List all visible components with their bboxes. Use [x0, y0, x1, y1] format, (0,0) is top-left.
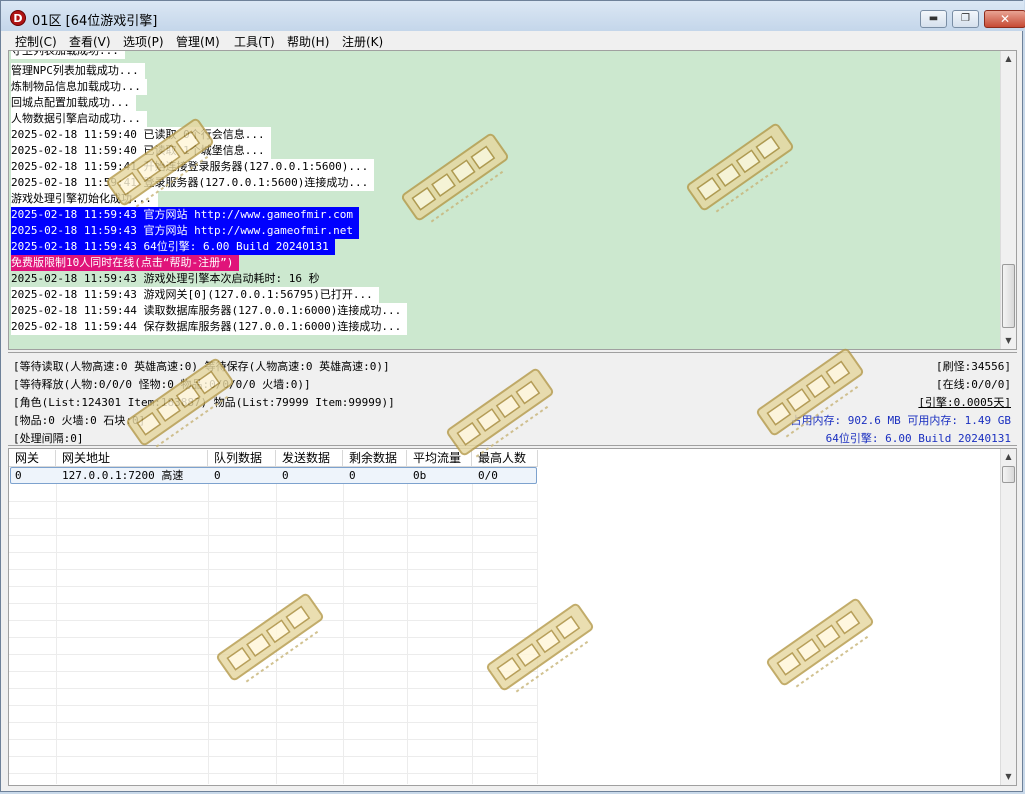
scroll-down-icon[interactable]: ▼	[1001, 333, 1016, 349]
window-title: 01区 [64位游戏引擎]	[32, 14, 158, 29]
main-window: D 01区 [64位游戏引擎] ▬ ❐ ✕ 控制(C) 查看(V) 选项(P) …	[0, 0, 1025, 792]
engine-ratio: [引擎:0.0005天]	[918, 396, 1011, 409]
cell-queue: 0	[214, 469, 221, 482]
col-header-sent[interactable]: 发送数据	[276, 450, 343, 467]
grid-divider	[9, 535, 538, 536]
log-line: 2025-02-18 11:59:41 登录服务器(127.0.0.1:5600…	[11, 175, 375, 191]
grid-divider	[9, 552, 538, 553]
grid-divider	[9, 739, 538, 740]
close-button[interactable]: ✕	[984, 10, 1025, 28]
grid-divider	[9, 654, 538, 655]
log-line: 守卫列表加载成功...	[11, 51, 125, 59]
scroll-up-icon[interactable]: ▲	[1001, 51, 1016, 67]
menu-manage[interactable]: 管理(M)	[176, 33, 220, 50]
menu-bar: 控制(C) 查看(V) 选项(P) 管理(M) 工具(T) 帮助(H) 注册(K…	[2, 31, 1022, 50]
log-line: 炼制物品信息加载成功...	[11, 79, 147, 95]
log-line: 2025-02-18 11:59:40 已读取 1个城堡信息...	[11, 143, 271, 159]
scroll-up-icon[interactable]: ▲	[1001, 449, 1016, 465]
free-version-notice[interactable]: 免费版限制10人同时在线(点击“帮助-注册”)	[11, 255, 240, 271]
cell-gateway: 0	[15, 469, 22, 482]
col-header-address[interactable]: 网关地址	[56, 450, 208, 467]
gateway-grid[interactable]: 网关 网关地址 队列数据 发送数据 剩余数据 平均流量 最高人数 0 127.0…	[8, 448, 1017, 786]
app-icon[interactable]: D	[10, 10, 26, 26]
menu-options[interactable]: 选项(P)	[123, 33, 164, 50]
release-status: [等待释放(人物:0/0/0 怪物:0 物品:0/0/0/0 火墙:0)]	[13, 378, 311, 391]
grid-scrollbar[interactable]: ▲ ▼	[1000, 449, 1016, 785]
log-line-highlight: 2025-02-18 11:59:43 64位引擎: 6.00 Build 20…	[11, 239, 335, 255]
col-header-queue[interactable]: 队列数据	[208, 450, 276, 467]
log-line: 2025-02-18 11:59:43 游戏网关[0](127.0.0.1:56…	[11, 287, 379, 303]
cell-address: 127.0.0.1:7200 高速	[62, 469, 184, 482]
log-line: 2025-02-18 11:59:40 已读取 0个行会信息...	[11, 127, 271, 143]
col-header-avg-traffic[interactable]: 平均流量	[407, 450, 472, 467]
item-status: [物品:0 火墙:0 石块:0]	[13, 414, 146, 427]
grid-divider	[9, 637, 538, 638]
scroll-thumb[interactable]	[1002, 264, 1015, 328]
grid-divider	[9, 705, 538, 706]
col-header-max-users[interactable]: 最高人数	[472, 450, 538, 467]
grid-divider	[9, 756, 538, 757]
object-status: [角色(List:124301 Item:183887) 物品(List:799…	[13, 396, 395, 409]
grid-divider	[9, 518, 538, 519]
log-panel[interactable]: 守卫列表加载成功... 管理NPC列表加载成功... 炼制物品信息加载成功...…	[8, 50, 1017, 350]
title-bar[interactable]: D 01区 [64位游戏引擎] ▬ ❐ ✕	[1, 1, 1025, 31]
grid-divider	[9, 688, 538, 689]
cell-avg-traffic: 0b	[413, 469, 427, 482]
log-line: 管理NPC列表加载成功...	[11, 63, 145, 79]
grid-divider	[9, 586, 538, 587]
log-line: 2025-02-18 11:59:44 读取数据库服务器(127.0.0.1:6…	[11, 303, 408, 319]
cell-remaining: 0	[349, 469, 356, 482]
minimize-button[interactable]: ▬	[920, 10, 947, 28]
menu-tools[interactable]: 工具(T)	[234, 33, 275, 50]
log-line: 回城点配置加载成功...	[11, 95, 136, 111]
cell-max-users: 0/0	[478, 469, 498, 482]
grid-divider	[9, 773, 538, 774]
online-count: [在线:0/0/0]	[936, 378, 1011, 391]
log-line-highlight: 2025-02-18 11:59:43 官方网站 http://www.game…	[11, 207, 360, 223]
engine-version: 64位引擎: 6.00 Build 20240131	[825, 432, 1011, 445]
log-line: 2025-02-18 11:59:43 游戏处理引擎本次启动耗时: 16 秒	[11, 272, 320, 285]
memory-usage: 占用内存: 902.6 MB 可用内存: 1.49 GB	[790, 414, 1011, 427]
grid-divider	[9, 722, 538, 723]
menu-register[interactable]: 注册(K)	[342, 33, 383, 50]
menu-control[interactable]: 控制(C)	[15, 33, 57, 50]
col-header-gateway[interactable]: 网关	[9, 450, 56, 467]
grid-divider	[9, 501, 538, 502]
status-panel: [等待读取(人物高速:0 英雄高速:0) 等待保存(人物高速:0 英雄高速:0)…	[8, 352, 1017, 446]
grid-divider	[9, 569, 538, 570]
grid-divider	[9, 603, 538, 604]
log-line: 人物数据引擎启动成功...	[11, 111, 147, 127]
log-line: 2025-02-18 11:59:41 开始连接登录服务器(127.0.0.1:…	[11, 159, 375, 175]
refresh-monsters: [刷怪:34556]	[936, 360, 1011, 373]
interval-status: [处理间隔:0]	[13, 432, 84, 445]
log-line: 游戏处理引擎初始化成功...	[11, 191, 158, 207]
menu-help[interactable]: 帮助(H)	[287, 33, 329, 50]
maximize-button[interactable]: ❐	[952, 10, 979, 28]
scroll-down-icon[interactable]: ▼	[1001, 769, 1016, 785]
scroll-thumb[interactable]	[1002, 466, 1015, 483]
grid-divider	[9, 620, 538, 621]
log-line: 2025-02-18 11:59:44 保存数据库服务器(127.0.0.1:6…	[11, 319, 408, 335]
log-line-highlight: 2025-02-18 11:59:43 官方网站 http://www.game…	[11, 223, 360, 239]
grid-divider	[9, 671, 538, 672]
col-header-remaining[interactable]: 剩余数据	[343, 450, 407, 467]
menu-view[interactable]: 查看(V)	[69, 33, 111, 50]
queue-status: [等待读取(人物高速:0 英雄高速:0) 等待保存(人物高速:0 英雄高速:0)…	[13, 360, 390, 373]
log-scrollbar[interactable]: ▲ ▼	[1000, 51, 1016, 349]
cell-sent: 0	[282, 469, 289, 482]
